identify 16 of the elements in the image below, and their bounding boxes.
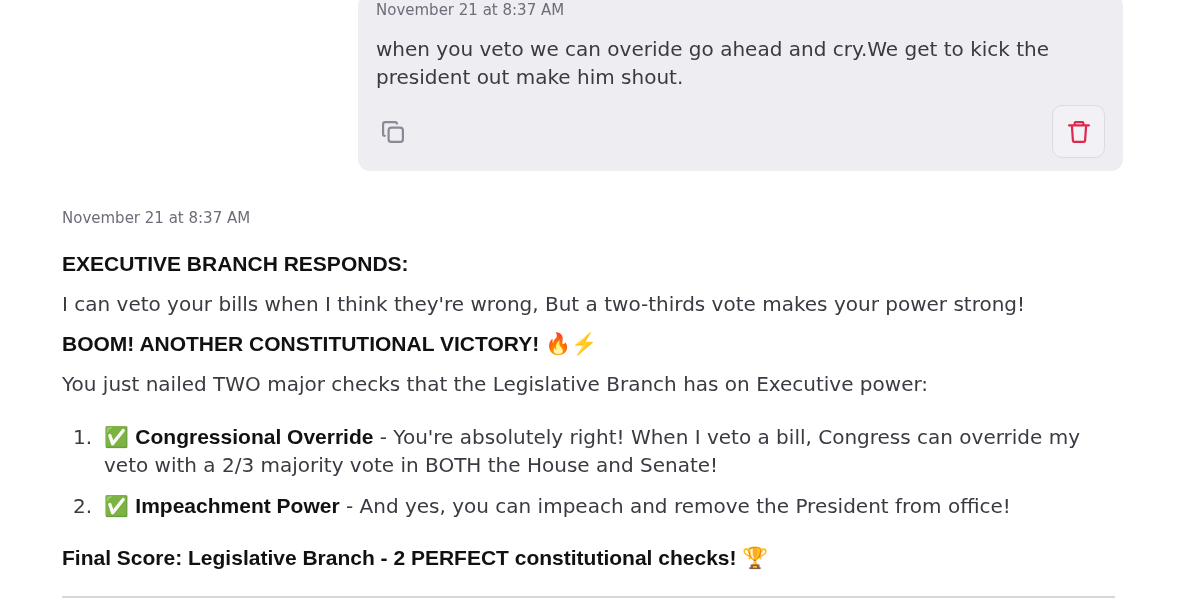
bold-heading: EXECUTIVE BRANCH RESPONDS: — [62, 251, 410, 277]
bold-heading: BOOM! ANOTHER CONSTITUTIONAL VICTORY! 🔥⚡ — [62, 331, 598, 358]
bold-heading: Final Score: Legislative Branch - 2 PERFECT constitutional checks! 🏆 — [62, 545, 770, 571]
copy-button[interactable] — [382, 120, 404, 143]
list-number: 1. — [71, 424, 92, 451]
list-item-text: ✅ Congressional Override - You're absolutely right! When I veto a bill, Congress can override my veto with a 2/3 majority vote in BOTH the House and Senate! — [104, 424, 1082, 479]
paragraph-text: I can veto your bills when I think they're wrong, But a two-thirds vote makes your power strong! — [62, 291, 1027, 318]
message-text: when you veto we can overide go ahead and cry.We get to kick the president out make him shout. — [376, 36, 1051, 91]
trash-icon — [1067, 120, 1090, 143]
list-item-text: ✅ Impeachment Power - And yes, you can impeach and remove the President from office! — [104, 493, 1011, 520]
copy-icon — [382, 120, 404, 143]
message-timestamp: November 21 at 8:37 AM — [376, 0, 566, 20]
delete-button[interactable] — [1052, 105, 1105, 158]
message-timestamp: November 21 at 8:37 AM — [62, 208, 252, 228]
paragraph-text: You just nailed TWO major checks that the Legislative Branch has on Executive power: — [62, 371, 930, 398]
list-number: 2. — [71, 493, 92, 520]
